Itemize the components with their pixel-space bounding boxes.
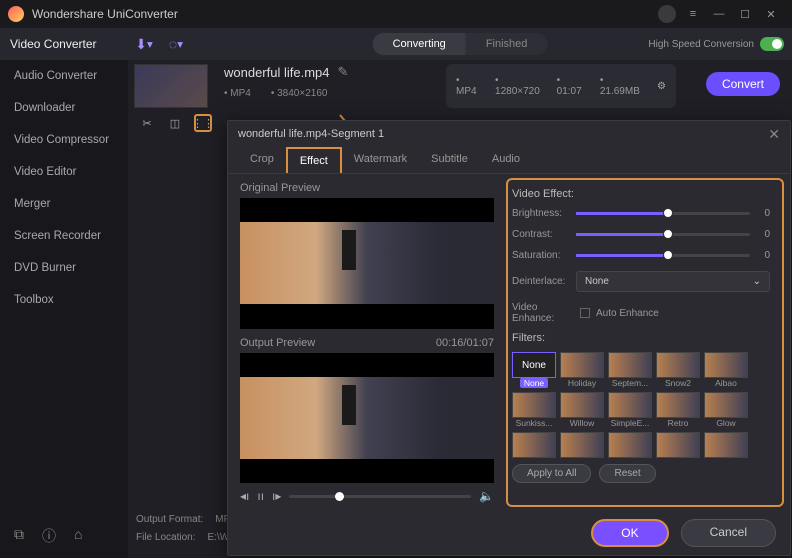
dialog-tab-crop[interactable]: Crop [238, 147, 286, 173]
high-speed-label: High Speed Conversion [648, 39, 754, 50]
sidebar-item[interactable]: Toolbox [0, 284, 128, 316]
dialog-tab-effect[interactable]: Effect [286, 147, 342, 173]
filters-label: Filters: [512, 332, 770, 344]
edit-name-icon[interactable]: ✎ [338, 64, 349, 80]
content-toolbar: ⬇︎▾ ◌▾ Converting Finished High Speed Co… [128, 28, 792, 60]
filter-item[interactable]: Holiday [560, 352, 604, 388]
apply-to-all-button[interactable]: Apply to All [512, 464, 591, 483]
deinterlace-label: Deinterlace: [512, 276, 568, 287]
sidebar-item[interactable]: Screen Recorder [0, 220, 128, 252]
file-name: wonderful life.mp4 [224, 65, 330, 80]
tab-converting[interactable]: Converting [373, 33, 466, 55]
player-controls: ◂ı ıı ı▸ 🔈 [240, 489, 494, 503]
filter-item[interactable]: Snow2 [656, 352, 700, 388]
people-icon[interactable]: ⌂ [74, 526, 82, 546]
filter-item[interactable] [656, 432, 700, 458]
brightness-value: 0 [758, 208, 770, 219]
deinterlace-select[interactable]: None⌄ [576, 271, 770, 292]
cut-icon[interactable]: ✂ [138, 114, 156, 132]
effect-icon[interactable]: ⋮⋮ [194, 114, 212, 132]
video-effect-header: Video Effect: [512, 188, 770, 200]
sidebar-item[interactable]: Merger [0, 188, 128, 220]
sidebar-item[interactable]: Video Compressor [0, 124, 128, 156]
titlebar: Wondershare UniConverter ≡ — ☐ ✕ [0, 0, 792, 28]
preview-timecode: 00:16/01:07 [436, 337, 494, 349]
filter-item[interactable]: Glow [704, 392, 748, 428]
brightness-slider[interactable] [576, 212, 750, 215]
ok-button[interactable]: OK [591, 519, 668, 547]
maximize-icon[interactable]: ☐ [732, 3, 758, 25]
gear-icon[interactable]: ⚙ [657, 81, 666, 92]
brightness-label: Brightness: [512, 208, 568, 219]
menu-icon[interactable]: ≡ [680, 3, 706, 25]
effect-dialog: wonderful life.mp4-Segment 1 ✕ CropEffec… [227, 120, 791, 556]
high-speed-toggle[interactable] [760, 37, 784, 51]
close-icon[interactable]: ✕ [758, 3, 784, 25]
sidebar-item[interactable]: Audio Converter [0, 60, 128, 92]
volume-icon[interactable]: 🔈 [479, 489, 494, 503]
add-file-icon[interactable]: ⬇︎▾ [128, 30, 160, 58]
original-preview-label: Original Preview [240, 182, 494, 194]
prev-frame-icon[interactable]: ◂ı [240, 489, 249, 503]
sidebar-active[interactable]: Video Converter [0, 28, 128, 60]
output-info: • MP4 • 1280×720 • 01:07 • 21.69MB ⚙ [446, 64, 676, 108]
filter-item[interactable]: Sunkiss... [512, 392, 556, 428]
sidebar-item[interactable]: Downloader [0, 92, 128, 124]
conversion-tabs: Converting Finished [373, 33, 548, 55]
sidebar: Video Converter Audio ConverterDownloade… [0, 28, 128, 558]
next-frame-icon[interactable]: ı▸ [272, 489, 281, 503]
contrast-value: 0 [758, 229, 770, 240]
contrast-slider[interactable] [576, 233, 750, 236]
convert-button[interactable]: Convert [706, 72, 780, 96]
account-icon[interactable] [654, 3, 680, 25]
contrast-label: Contrast: [512, 229, 568, 240]
filter-item[interactable] [608, 432, 652, 458]
file-location-label: File Location: [136, 532, 195, 543]
saturation-value: 0 [758, 250, 770, 261]
output-preview-label: Output Preview [240, 337, 315, 349]
video-thumbnail[interactable] [134, 64, 208, 108]
file-resolution: • 3840×2160 [271, 88, 328, 99]
filter-item[interactable]: NoneNone [512, 352, 556, 388]
filter-item[interactable]: Septem... [608, 352, 652, 388]
original-preview [240, 198, 494, 329]
seek-slider[interactable] [289, 495, 471, 498]
app-logo [8, 6, 24, 22]
cancel-button[interactable]: Cancel [681, 519, 776, 547]
dialog-title: wonderful life.mp4-Segment 1 [238, 128, 384, 140]
tab-finished[interactable]: Finished [466, 33, 548, 55]
auto-enhance-label: Auto Enhance [596, 308, 659, 319]
filter-item[interactable]: Retro [656, 392, 700, 428]
app-title: Wondershare UniConverter [32, 7, 654, 21]
filter-item[interactable] [704, 432, 748, 458]
output-format-label: Output Format: [136, 514, 203, 525]
filter-item[interactable]: Aibao [704, 352, 748, 388]
sidebar-item[interactable]: Video Editor [0, 156, 128, 188]
filter-item[interactable] [512, 432, 556, 458]
enhance-label: Video Enhance: [512, 302, 574, 324]
download-url-icon[interactable]: ◌▾ [160, 30, 192, 58]
filter-item[interactable]: SimpleE... [608, 392, 652, 428]
dialog-tab-watermark[interactable]: Watermark [342, 147, 419, 173]
filter-item[interactable]: Willow [560, 392, 604, 428]
dialog-close-icon[interactable]: ✕ [768, 126, 780, 143]
output-preview [240, 353, 494, 484]
info-icon[interactable]: ⓘ [42, 526, 56, 546]
dialog-tab-subtitle[interactable]: Subtitle [419, 147, 480, 173]
minimize-icon[interactable]: — [706, 3, 732, 25]
file-format: • MP4 [224, 88, 251, 99]
crop-icon[interactable]: ◫ [166, 114, 184, 132]
help-icon[interactable]: ⧉ [14, 526, 24, 546]
sidebar-item[interactable]: DVD Burner [0, 252, 128, 284]
chevron-down-icon: ⌄ [753, 276, 761, 287]
dialog-tab-audio[interactable]: Audio [480, 147, 532, 173]
auto-enhance-checkbox[interactable] [580, 308, 590, 318]
play-pause-icon[interactable]: ıı [257, 489, 264, 503]
saturation-slider[interactable] [576, 254, 750, 257]
file-location-value[interactable]: E:\W [207, 532, 229, 543]
saturation-label: Saturation: [512, 250, 568, 261]
reset-button[interactable]: Reset [599, 464, 655, 483]
filter-item[interactable] [560, 432, 604, 458]
